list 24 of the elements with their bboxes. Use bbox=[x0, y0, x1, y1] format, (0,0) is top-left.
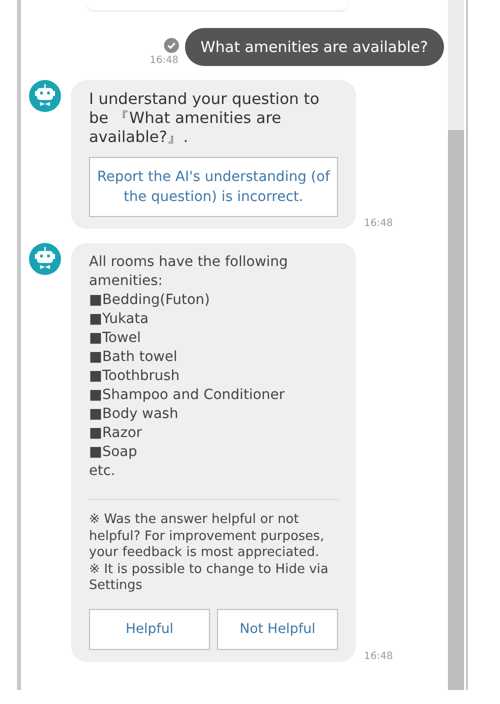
answer-outro: etc. bbox=[89, 462, 116, 481]
amenity-item: ■Body wash bbox=[89, 405, 180, 424]
amenity-item: ■Toothbrush bbox=[89, 367, 181, 386]
amenity-item: ■Razor bbox=[89, 424, 143, 443]
amenity-item: ■Bath towel bbox=[89, 348, 178, 367]
bot-message-text: I understand your question to be 『What amenities are available?』. bbox=[89, 90, 320, 147]
robot-avatar-icon bbox=[29, 243, 61, 275]
amenity-item: ■Towel bbox=[89, 329, 142, 348]
feedback-button[interactable]: Helpful bbox=[89, 608, 210, 650]
message-time: 16:48 bbox=[364, 650, 393, 662]
answer-intro: All rooms have the following amenities: bbox=[89, 253, 289, 291]
robot-avatar-icon bbox=[29, 80, 61, 112]
message-time: 16:48 bbox=[364, 218, 393, 229]
amenity-item: ■Shampoo and Conditioner bbox=[89, 386, 286, 405]
amenity-item: ■Bedding(Futon) bbox=[89, 291, 211, 310]
message-time: 16:48 bbox=[150, 55, 179, 66]
user-message: What amenities are available? bbox=[184, 28, 444, 66]
feedback-note: ※ It is possible to change to Hide via Settings bbox=[89, 562, 330, 594]
feedback-button[interactable]: Not Helpful bbox=[217, 608, 338, 650]
report-button[interactable]: Report the AI's understanding (of the question) is incorrect. bbox=[89, 157, 338, 217]
feedback-note: ※ Was the answer helpful or not helpful? For improvement purposes, your feedback is most appreciated. bbox=[89, 512, 326, 562]
amenity-item: ■Yukata bbox=[89, 310, 150, 329]
amenity-item: ■Soap bbox=[89, 443, 138, 462]
scrollbar[interactable] bbox=[448, 0, 464, 690]
